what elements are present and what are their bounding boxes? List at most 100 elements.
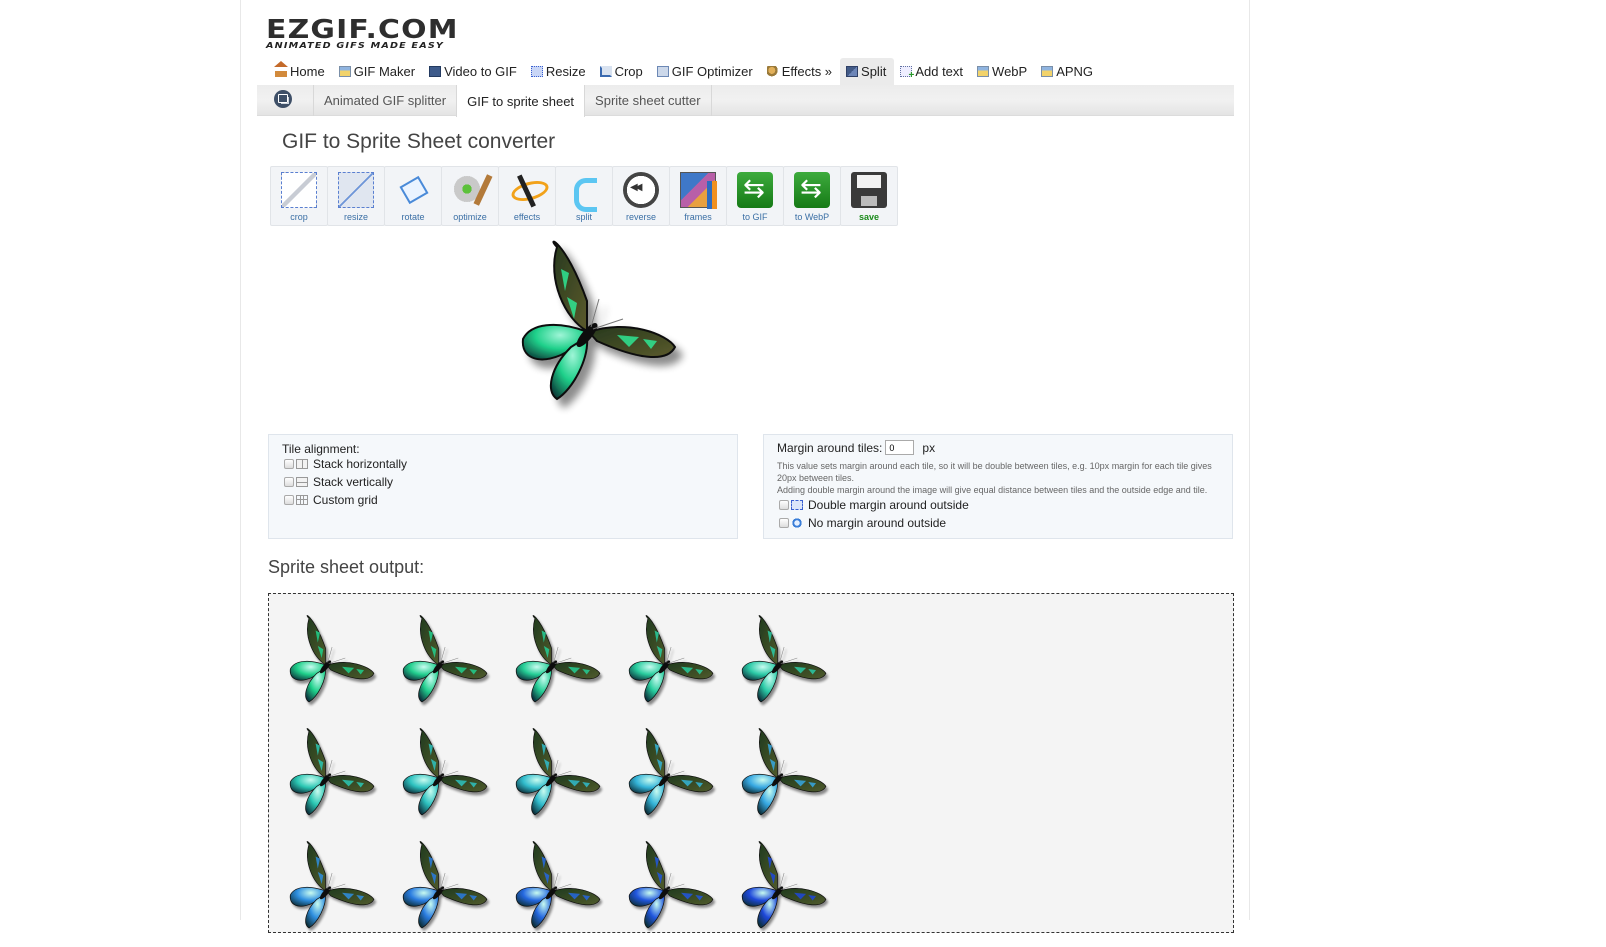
nav-add-text[interactable]: Add text: [894, 58, 971, 85]
nav-label: Add text: [915, 64, 964, 79]
nav-apng[interactable]: APNG: [1035, 58, 1101, 85]
stack-horizontally-option[interactable]: Stack horizontally: [284, 457, 407, 471]
convert-gif-icon: [737, 172, 773, 208]
image-icon: [1041, 66, 1054, 77]
nav-split[interactable]: Split: [840, 58, 895, 85]
stack-horizontally-radio[interactable]: [284, 459, 294, 469]
optimize-button[interactable]: optimize: [441, 166, 499, 226]
resize-button[interactable]: resize: [327, 166, 385, 226]
effects-button[interactable]: effects: [498, 166, 556, 226]
nav-label: Effects »: [781, 64, 833, 79]
sprite-frame: [515, 615, 601, 703]
stack-vertically-option[interactable]: Stack vertically: [284, 475, 393, 489]
nav-label: Video to GIF: [444, 64, 517, 79]
tab-sprite-sheet-cutter[interactable]: Sprite sheet cutter: [585, 85, 712, 116]
sprite-frame: [515, 728, 601, 816]
nav-home[interactable]: Home: [269, 58, 333, 85]
tool-label: to WebP: [794, 212, 830, 222]
double-margin-checkbox[interactable]: [779, 500, 789, 510]
nav-label: GIF Maker: [353, 64, 416, 79]
columns-icon: [296, 459, 308, 469]
logo-text: EZGIF.COM: [266, 15, 459, 45]
sprite-frame: [741, 841, 827, 929]
optimize-tool-icon: [452, 172, 488, 208]
tool-label: effects: [513, 212, 541, 222]
nav-effects[interactable]: Effects »: [761, 58, 840, 85]
sprite-grid: [281, 608, 846, 947]
tile-alignment-panel: Tile alignment: Stack horizontally Stack…: [268, 434, 738, 539]
nav-label: Resize: [545, 64, 586, 79]
page-title: GIF to Sprite Sheet converter: [282, 130, 556, 153]
nav-label: APNG: [1056, 64, 1094, 79]
stack-vertically-radio[interactable]: [284, 477, 294, 487]
page-container: EZGIF.COM ANIMATED GIFS MADE EASY Home G…: [240, 0, 1250, 933]
split-section-icon: [274, 89, 292, 108]
crop-tool-icon: [281, 172, 317, 208]
nav-crop[interactable]: Crop: [594, 58, 651, 85]
option-label: Custom grid: [313, 493, 378, 507]
split-icon: [846, 66, 859, 77]
split-button[interactable]: split: [555, 166, 613, 226]
nav-video-to-gif[interactable]: Video to GIF: [423, 58, 525, 85]
save-button[interactable]: save: [840, 166, 898, 226]
frames-tool-icon: [680, 172, 717, 209]
sprite-frame: [515, 841, 601, 929]
film-icon: [429, 66, 442, 77]
crop-button[interactable]: crop: [270, 166, 328, 226]
palette-icon: [766, 66, 779, 77]
rotate-tool-icon: [395, 172, 431, 208]
convert-webp-icon: [794, 172, 830, 208]
to-gif-button[interactable]: to GIF: [726, 166, 784, 226]
option-label: Double margin around outside: [808, 498, 969, 512]
tool-label: to GIF: [742, 212, 768, 222]
reverse-button[interactable]: reverse: [612, 166, 670, 226]
nav-webp[interactable]: WebP: [971, 58, 1035, 85]
sprite-frame: [402, 728, 488, 816]
tab-animated-gif-splitter[interactable]: Animated GIF splitter: [314, 85, 458, 116]
to-webp-button[interactable]: to WebP: [783, 166, 841, 226]
margin-panel: Margin around tiles: px This value sets …: [763, 434, 1233, 539]
margin-label: Margin around tiles:: [777, 440, 883, 455]
tool-label: save: [858, 212, 880, 222]
site-logo[interactable]: EZGIF.COM ANIMATED GIFS MADE EASY: [266, 17, 457, 50]
option-label: No margin around outside: [808, 516, 947, 530]
sprite-frame: [628, 728, 714, 816]
nav-label: Split: [861, 64, 887, 79]
margin-row: Margin around tiles: px: [777, 440, 935, 455]
margin-help-text: This value sets margin around each tile,…: [777, 461, 1212, 483]
nav-gif-maker[interactable]: GIF Maker: [333, 58, 423, 85]
tool-label: reverse: [625, 212, 656, 222]
no-margin-option[interactable]: No margin around outside: [779, 516, 946, 530]
no-margin-checkbox[interactable]: [779, 518, 789, 528]
tab-gif-to-sprite-sheet[interactable]: GIF to sprite sheet: [456, 85, 586, 117]
frames-button[interactable]: frames: [669, 166, 727, 226]
optimizer-icon: [656, 66, 669, 77]
resize-tool-icon: [338, 172, 374, 208]
tool-label: frames: [684, 212, 712, 222]
option-label: Stack vertically: [313, 475, 394, 489]
sprite-frame: [741, 615, 827, 703]
save-icon: [851, 172, 887, 208]
option-label: Stack horizontally: [313, 457, 408, 471]
output-title: Sprite sheet output:: [268, 557, 425, 577]
nav-gif-optimizer[interactable]: GIF Optimizer: [651, 58, 761, 85]
double-margin-icon: [791, 500, 803, 510]
rotate-button[interactable]: rotate: [384, 166, 442, 226]
crop-icon: [599, 66, 612, 77]
nav-label: WebP: [992, 64, 1028, 79]
sprite-sheet-output: [268, 593, 1234, 933]
resize-icon: [530, 66, 543, 77]
double-margin-option[interactable]: Double margin around outside: [779, 498, 969, 512]
custom-grid-radio[interactable]: [284, 495, 294, 505]
custom-grid-option[interactable]: Custom grid: [284, 493, 378, 507]
image-icon: [977, 66, 990, 77]
tool-buttons: crop resize rotate optimize effects spli…: [270, 166, 898, 226]
split-section-icon-cell: [257, 85, 314, 116]
rows-icon: [296, 477, 308, 487]
tool-label: optimize: [453, 212, 487, 222]
double-margin-help-text: Adding double margin around the image wi…: [777, 485, 1208, 495]
effects-tool-icon: [509, 172, 545, 208]
nav-resize[interactable]: Resize: [525, 58, 594, 85]
margin-input[interactable]: [885, 440, 915, 455]
reverse-tool-icon: [623, 172, 659, 208]
